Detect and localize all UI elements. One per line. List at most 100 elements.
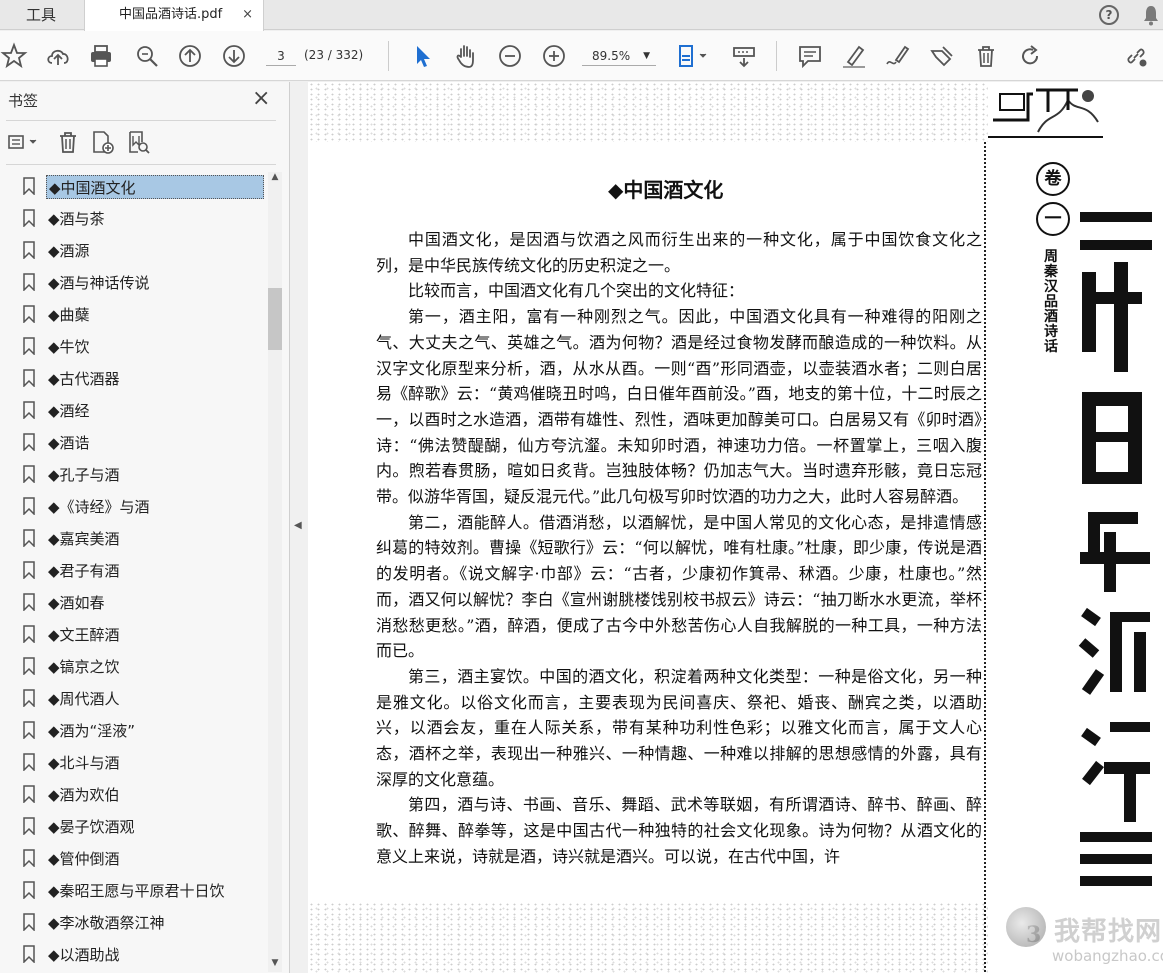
bookmark-label: ◆嘉宾美酒 — [48, 530, 120, 548]
bookmark-label: ◆周代酒人 — [48, 690, 120, 708]
bookmarks-panel: 书签 × ◆中国酒文化 ◆酒与茶 ◆酒源 ◆酒与神话传说 ◆曲蘖 ◆牛饮 ◆古代酒器 ◆酒经 ◆… — [0, 82, 290, 973]
watermark-logo-icon — [1006, 907, 1046, 947]
watermark: 我帮找网 wobangzhao.com — [1000, 903, 1163, 973]
bookmark-item[interactable]: ◆酒源 — [0, 236, 266, 264]
bookmark-item[interactable]: ◆孔子与酒 — [0, 460, 266, 488]
page-up-icon[interactable] — [176, 42, 204, 70]
bookmark-item[interactable]: ◆嘉宾美酒 — [0, 524, 266, 552]
document-viewer[interactable]: ◆中国酒文化 中国酒文化，是因酒与饮酒之风而衍生出来的一种文化，属于中国饮食文化… — [308, 82, 1163, 973]
bookmark-label: ◆李冰敬酒祭江神 — [48, 914, 165, 932]
bookmark-icon — [23, 433, 35, 451]
bookmark-item[interactable]: ◆酒为“淫液” — [0, 716, 266, 744]
bookmark-label: ◆酒源 — [48, 242, 90, 260]
bell-icon[interactable] — [1142, 4, 1160, 26]
star-icon[interactable] — [0, 42, 28, 70]
bookmark-icon — [23, 785, 35, 803]
zoom-out-icon[interactable] — [496, 42, 524, 70]
collapse-panel-icon[interactable]: ◀ — [294, 520, 304, 534]
bookmark-item[interactable]: ◆李冰敬酒祭江神 — [0, 908, 266, 936]
bookmark-item[interactable]: ◆北斗与酒 — [0, 748, 266, 776]
bookmark-options-icon[interactable] — [6, 128, 44, 156]
bookmark-item[interactable]: ◆酒经 — [0, 396, 266, 424]
bookmark-label: ◆酒与茶 — [48, 210, 105, 228]
scroll-up-icon[interactable]: ▲ — [268, 172, 282, 186]
bookmark-item[interactable]: ◆酒为欢伯 — [0, 780, 266, 808]
help-icon[interactable]: ? — [1099, 5, 1119, 25]
select-cursor-icon[interactable] — [408, 42, 436, 70]
bookmark-icon — [23, 337, 35, 355]
page-down-icon[interactable] — [220, 42, 248, 70]
page-count: (23 / 332) — [304, 48, 364, 62]
bookmark-label: ◆《诗经》与酒 — [48, 498, 150, 516]
decorative-illustration — [988, 88, 1103, 138]
bookmark-item[interactable]: ◆曲蘖 — [0, 300, 266, 328]
rotate-icon[interactable] — [1016, 42, 1044, 70]
bookmark-item[interactable]: ◆古代酒器 — [0, 364, 266, 392]
bookmark-item[interactable]: ◆文王醉酒 — [0, 620, 266, 648]
print-icon[interactable] — [87, 42, 115, 70]
bookmark-item[interactable]: ◆管仲倒酒 — [0, 844, 266, 872]
draw-sign-icon[interactable] — [884, 42, 912, 70]
bookmark-item[interactable]: ◆以酒助战 — [0, 940, 266, 968]
delete-bookmark-icon[interactable] — [54, 128, 82, 156]
bookmark-label: ◆孔子与酒 — [48, 466, 120, 484]
highlight-pen-icon[interactable] — [840, 42, 868, 70]
bookmark-label: ◆晏子饮酒观 — [48, 818, 135, 836]
bookmark-icon — [23, 689, 35, 707]
bookmark-item[interactable]: ◆《诗经》与酒 — [0, 492, 266, 520]
bookmark-list: ◆中国酒文化 ◆酒与茶 ◆酒源 ◆酒与神话传说 ◆曲蘖 ◆牛饮 ◆古代酒器 ◆酒经 ◆酒诰 ◆孔子… — [0, 172, 266, 972]
zoom-level-select[interactable]: 89.5% ▼ — [582, 46, 656, 66]
bookmark-icon — [23, 177, 35, 195]
bookmark-item[interactable]: ◆牛饮 — [0, 332, 266, 360]
zoom-search-icon[interactable] — [133, 42, 161, 70]
zoom-in-icon[interactable] — [540, 42, 568, 70]
tab-document[interactable]: 中国品酒诗话.pdf × — [84, 0, 264, 31]
bookmark-item[interactable]: ◆酒与茶 — [0, 204, 266, 232]
scan-noise — [308, 902, 988, 973]
page-fit-icon[interactable] — [676, 42, 714, 70]
bookmark-search-icon[interactable] — [124, 128, 152, 156]
tab-document-label: 中国品酒诗话.pdf — [119, 7, 223, 22]
bookmark-label: ◆秦昭王愿与平原君十日饮 — [48, 882, 225, 900]
bookmark-label: ◆酒诰 — [48, 434, 90, 452]
side-title-artwork — [1078, 212, 1152, 886]
new-bookmark-icon[interactable] — [88, 128, 116, 156]
main-toolbar: (23 / 332) 89.5% ▼ — [0, 31, 1163, 81]
comment-icon[interactable] — [796, 42, 824, 70]
tab-tools[interactable]: 工具 — [0, 0, 82, 30]
scroll-down-icon[interactable]: ▼ — [268, 958, 282, 972]
bookmark-item[interactable]: ◆镐京之饮 — [0, 652, 266, 680]
tab-close-icon[interactable]: × — [242, 0, 253, 30]
page-number-input[interactable] — [266, 46, 296, 66]
panel-divider — [6, 164, 276, 165]
bookmarks-panel-title: 书签 — [8, 92, 39, 110]
bookmark-icon — [23, 753, 35, 771]
bookmark-label: ◆文王醉酒 — [48, 626, 120, 644]
bookmark-item[interactable]: ◆酒与神话传说 — [0, 268, 266, 296]
watermark-text: 我帮找网 — [1054, 917, 1163, 947]
bookmark-label: ◆以酒助战 — [48, 946, 120, 964]
link-icon[interactable] — [1122, 42, 1150, 70]
bookmark-label: ◆酒如春 — [48, 594, 105, 612]
hand-tool-icon[interactable] — [452, 42, 480, 70]
bookmark-item[interactable]: ◆周代酒人 — [0, 684, 266, 712]
bookmark-item[interactable]: ◆晏子饮酒观 — [0, 812, 266, 840]
bookmark-item[interactable]: ◆秦昭王愿与平原君十日饮 — [0, 876, 266, 904]
delete-icon[interactable] — [972, 42, 1000, 70]
paragraph: 第三，酒主宴饮。中国的酒文化，积淀着两种文化类型：一种是俗文化，另一种是雅文化。… — [376, 666, 982, 789]
bookmark-icon — [23, 817, 35, 835]
scrollbar-thumb[interactable] — [268, 288, 282, 350]
scroll-mode-icon[interactable] — [730, 42, 758, 70]
bookmark-item[interactable]: ◆中国酒文化 — [0, 172, 266, 200]
close-icon[interactable]: × — [252, 86, 270, 111]
stamp-icon[interactable] — [928, 42, 956, 70]
bookmark-label: ◆曲蘖 — [48, 306, 90, 324]
bookmark-item[interactable]: ◆酒如春 — [0, 588, 266, 616]
bookmark-item[interactable]: ◆酒诰 — [0, 428, 266, 456]
bookmark-label: ◆北斗与酒 — [48, 754, 120, 772]
cloud-upload-icon[interactable] — [44, 42, 72, 70]
bookmark-icon — [23, 593, 35, 611]
panel-divider — [6, 120, 276, 121]
bookmark-item[interactable]: ◆君子有酒 — [0, 556, 266, 584]
bookmark-icon — [23, 721, 35, 739]
